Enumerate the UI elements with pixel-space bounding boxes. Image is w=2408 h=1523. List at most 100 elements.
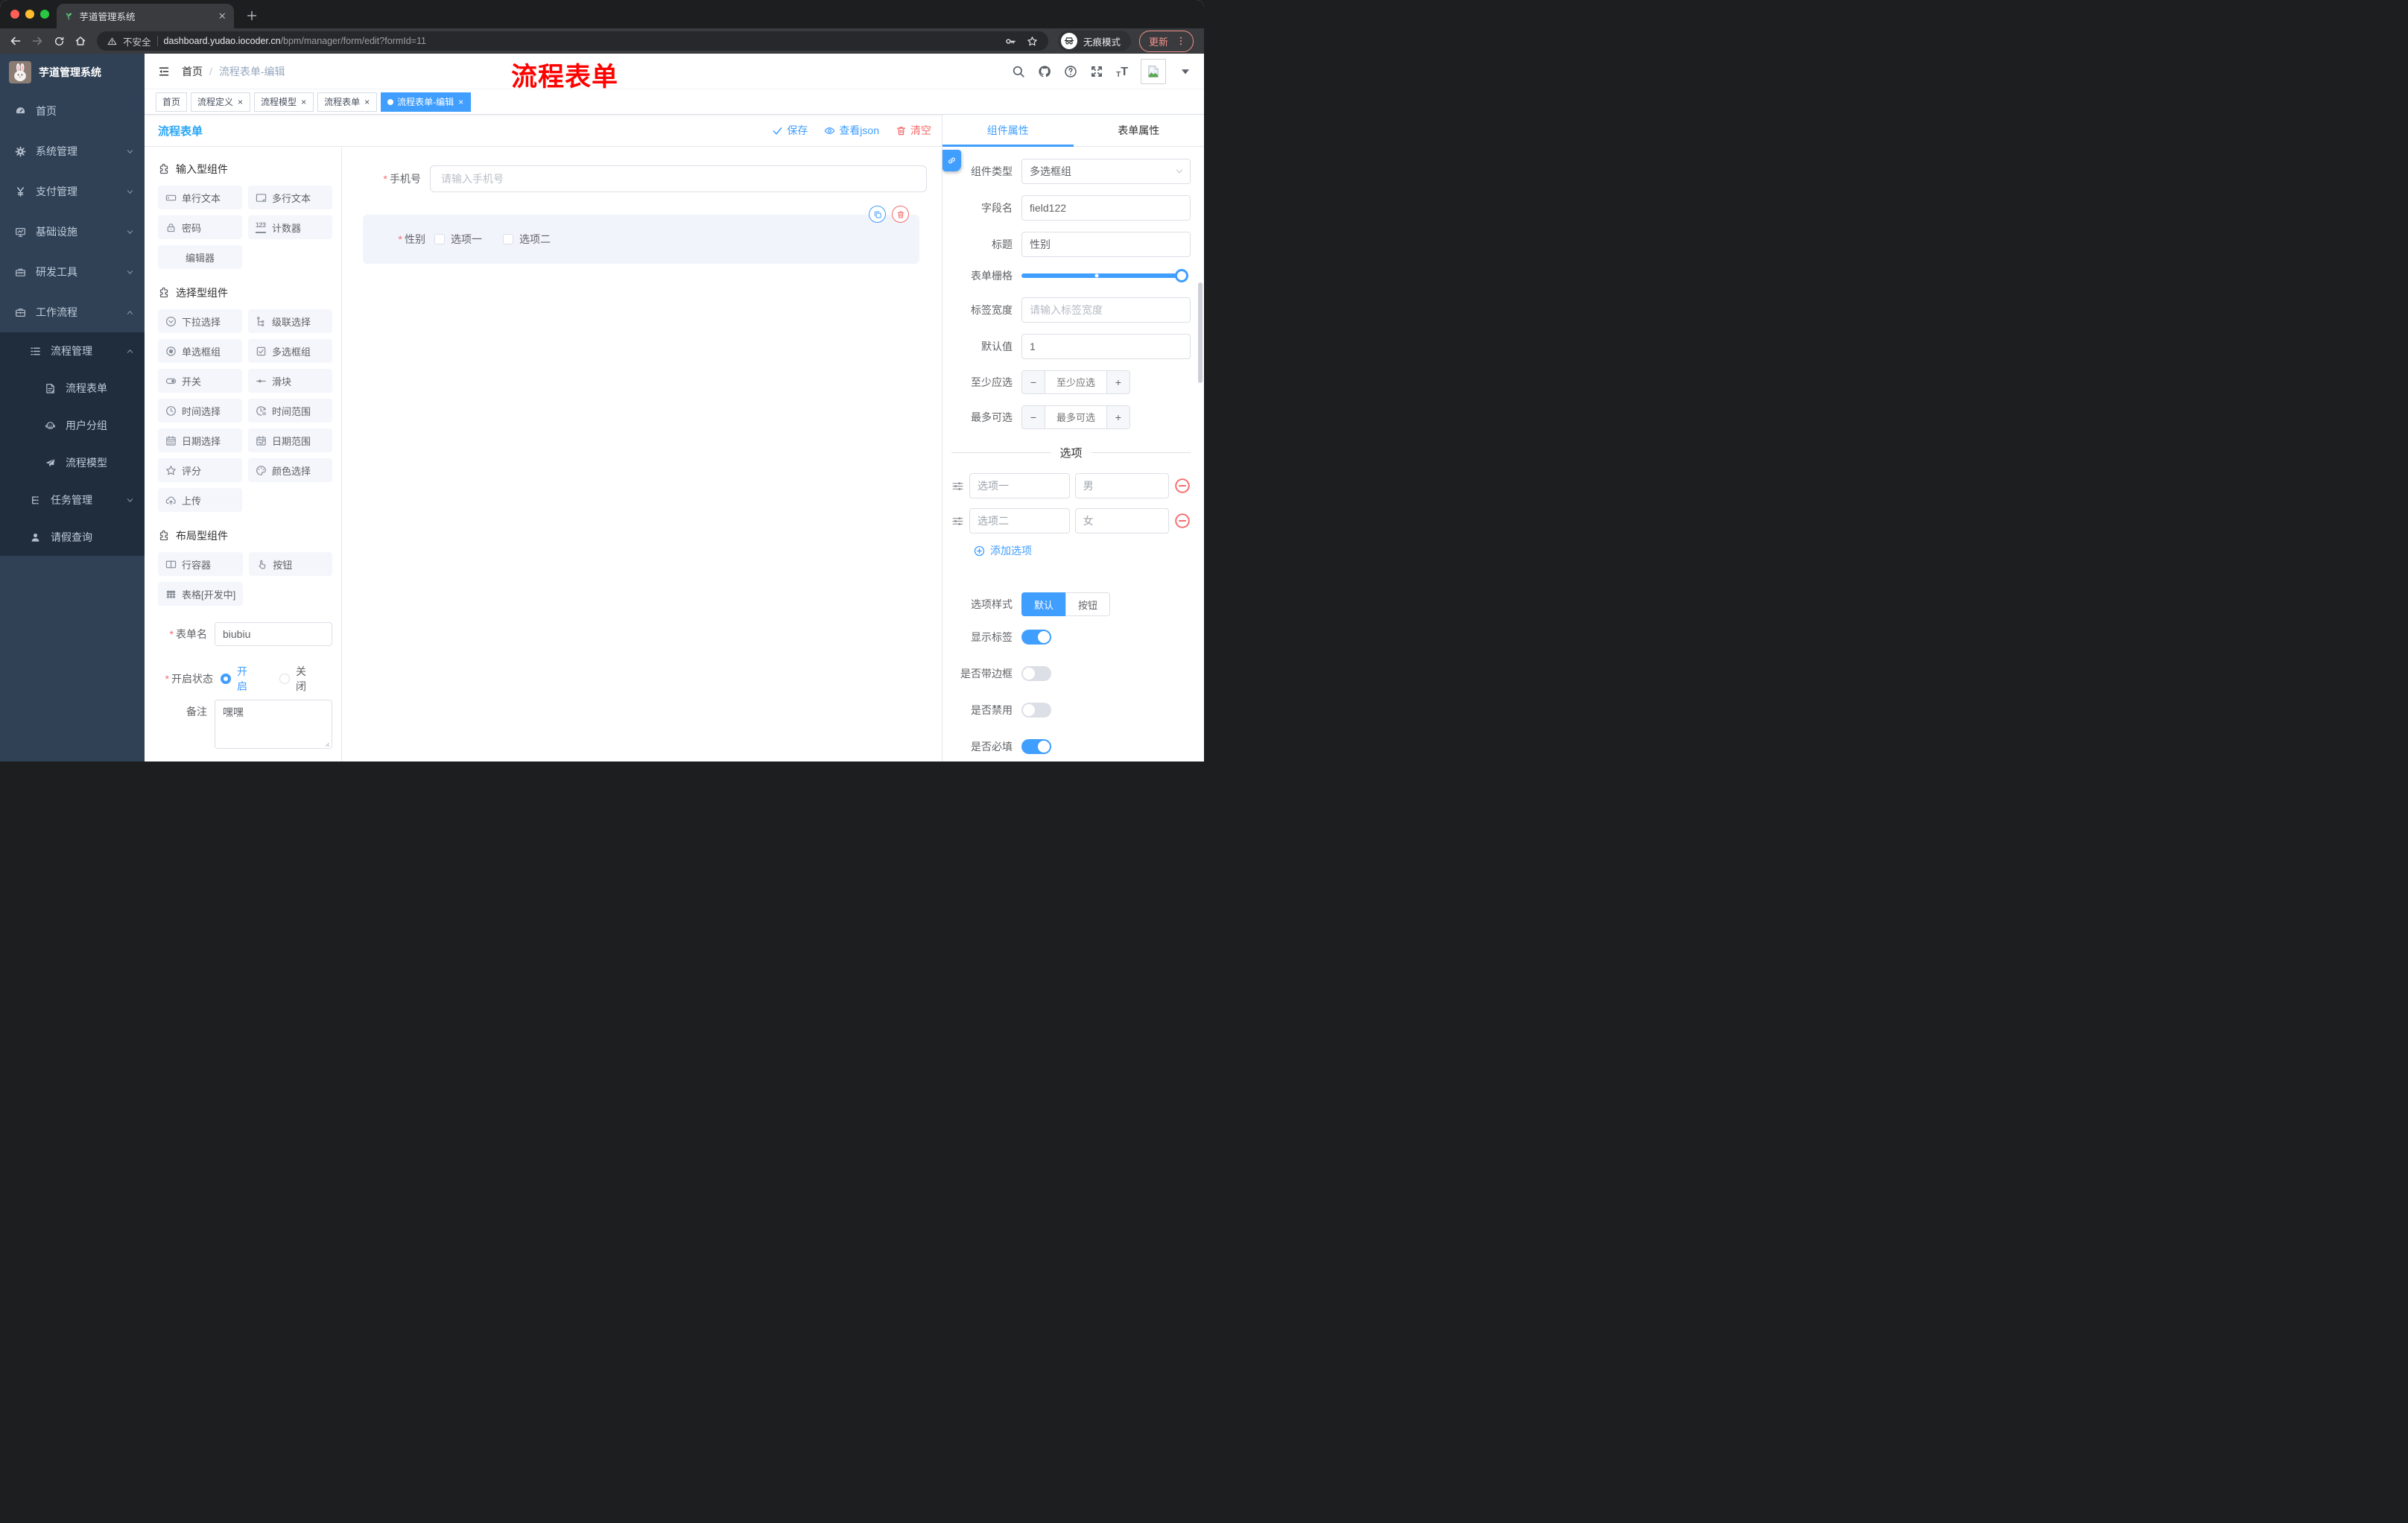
help-icon[interactable] xyxy=(1064,65,1077,78)
component-时间选择[interactable]: 时间选择 xyxy=(158,399,242,422)
component-行容器[interactable]: 行容器 xyxy=(158,552,244,576)
component-按钮[interactable]: 按钮 xyxy=(249,552,332,576)
component-计数器[interactable]: 123 计数器 xyxy=(248,215,332,239)
new-tab-button[interactable] xyxy=(246,10,258,22)
toggle-显示标签[interactable] xyxy=(1021,630,1051,645)
option-value-input[interactable]: 男 xyxy=(1074,473,1169,498)
option-label-input[interactable]: 选项二 xyxy=(969,508,1070,533)
page-tag-流程定义[interactable]: 流程定义 × xyxy=(191,92,251,112)
font-size-icon[interactable]: TT xyxy=(1116,65,1128,78)
page-tag-流程模型[interactable]: 流程模型 × xyxy=(254,92,314,112)
form-grid-slider[interactable] xyxy=(1021,269,1188,282)
search-icon[interactable] xyxy=(1012,65,1025,78)
label-width-input[interactable] xyxy=(1021,297,1191,323)
sidebar-item-支付管理[interactable]: 支付管理 xyxy=(0,171,145,212)
component-单行文本[interactable]: 单行文本 xyxy=(158,186,242,209)
tab-component-props[interactable]: 组件属性 xyxy=(942,115,1074,147)
tab-form-props[interactable]: 表单属性 xyxy=(1074,115,1205,146)
component-日期范围[interactable]: 日期范围 xyxy=(248,428,332,452)
option-label-input[interactable]: 选项一 xyxy=(969,473,1070,498)
window-minimize-button[interactable] xyxy=(25,10,34,19)
stepper-increase-button[interactable]: + xyxy=(1107,406,1129,428)
save-button[interactable]: 保存 xyxy=(772,123,808,138)
sidebar-item-流程管理[interactable]: 流程管理 xyxy=(0,332,145,370)
default-value-input[interactable] xyxy=(1021,334,1191,359)
toggle-是否带边框[interactable] xyxy=(1021,666,1051,681)
sidebar-item-流程表单[interactable]: 流程表单 xyxy=(0,370,145,407)
drag-handle-icon[interactable] xyxy=(951,515,964,528)
tag-close-icon[interactable]: × xyxy=(457,98,464,107)
tag-close-icon[interactable]: × xyxy=(364,98,370,107)
component-时间范围[interactable]: 时间范围 xyxy=(248,399,332,422)
component-上传[interactable]: 上传 xyxy=(158,488,242,512)
field-name-input[interactable] xyxy=(1021,195,1191,221)
option-style-默认[interactable]: 默认 xyxy=(1021,592,1066,616)
component-滑块[interactable]: 滑块 xyxy=(248,369,332,393)
sidebar-item-基础设施[interactable]: 基础设施 xyxy=(0,212,145,252)
window-zoom-button[interactable] xyxy=(40,10,49,19)
status-radio-关闭[interactable] xyxy=(279,674,290,684)
browser-menu-icon[interactable] xyxy=(1176,36,1186,46)
form-name-input[interactable] xyxy=(215,622,332,646)
page-tag-流程表单[interactable]: 流程表单 × xyxy=(317,92,378,112)
sidebar-item-用户分组[interactable]: 用户分组 xyxy=(0,407,145,444)
phone-input[interactable] xyxy=(430,165,927,192)
option-value-input[interactable]: 女 xyxy=(1074,508,1169,533)
component-日期选择[interactable]: 日期选择 xyxy=(158,428,242,452)
stepper-increase-button[interactable]: + xyxy=(1107,371,1129,393)
component-type-select[interactable] xyxy=(1021,159,1191,184)
component-评分[interactable]: 评分 xyxy=(158,458,242,482)
sidebar-item-研发工具[interactable]: 研发工具 xyxy=(0,252,145,292)
sidebar-item-流程模型[interactable]: 流程模型 xyxy=(0,444,145,481)
tag-close-icon[interactable]: × xyxy=(237,98,244,107)
remove-option-button[interactable] xyxy=(1174,478,1191,494)
view-json-button[interactable]: 查看json xyxy=(824,123,879,138)
forward-button[interactable] xyxy=(28,31,47,51)
github-icon[interactable] xyxy=(1038,65,1051,78)
stepper-decrease-button[interactable]: − xyxy=(1022,406,1045,428)
security-label[interactable]: 不安全 xyxy=(123,34,151,48)
component-开关[interactable]: 开关 xyxy=(158,369,242,393)
sidebar-item-任务管理[interactable]: 任务管理 xyxy=(0,481,145,519)
bookmark-star-icon[interactable] xyxy=(1027,36,1038,47)
gender-field-selected[interactable]: * 性别 选项一 选项二 xyxy=(363,206,919,264)
status-radio-开启[interactable] xyxy=(221,674,231,684)
checkbox-box[interactable] xyxy=(503,234,513,244)
tab-close-icon[interactable] xyxy=(218,11,227,21)
home-button[interactable] xyxy=(71,31,90,51)
key-icon[interactable] xyxy=(1005,36,1016,47)
reload-button[interactable] xyxy=(49,31,69,51)
page-tag-首页[interactable]: 首页 xyxy=(156,92,188,112)
address-bar[interactable]: 不安全 dashboard.yudao.iocoder.cn/bpm/manag… xyxy=(97,31,1048,51)
slider-handle[interactable] xyxy=(1175,269,1188,282)
checkbox-box[interactable] xyxy=(434,234,445,244)
clear-button[interactable]: 清空 xyxy=(896,123,931,138)
component-颜色选择[interactable]: 颜色选择 xyxy=(248,458,332,482)
remove-option-button[interactable] xyxy=(1174,513,1191,529)
component-多选框组[interactable]: 多选框组 xyxy=(248,339,332,363)
component-表格[开发中][interactable]: 表格[开发中] xyxy=(158,582,244,606)
delete-component-button[interactable] xyxy=(892,206,909,223)
browser-update-button[interactable]: 更新 xyxy=(1138,30,1194,52)
page-tag-流程表单-编辑[interactable]: 流程表单-编辑 × xyxy=(381,92,472,112)
component-多行文本[interactable]: 多行文本 xyxy=(248,186,332,209)
tag-close-icon[interactable]: × xyxy=(300,98,307,107)
sidebar-item-首页[interactable]: 首页 xyxy=(0,91,145,131)
component-编辑器[interactable]: 编辑器 xyxy=(158,245,242,269)
duplicate-component-button[interactable] xyxy=(869,206,886,223)
sidebar-logo[interactable]: 芋道管理系统 xyxy=(0,54,145,91)
scrollbar-thumb[interactable] xyxy=(1198,282,1203,383)
component-密码[interactable]: 密码 xyxy=(158,215,242,239)
user-avatar[interactable] xyxy=(1141,58,1166,84)
sidebar-item-工作流程[interactable]: 工作流程 xyxy=(0,292,145,332)
add-option-button[interactable]: 添加选项 xyxy=(974,543,1191,558)
min-select-input[interactable] xyxy=(1045,371,1107,393)
browser-tab[interactable]: 芋道管理系统 xyxy=(57,4,234,28)
window-close-button[interactable] xyxy=(10,10,19,19)
option-style-按钮[interactable]: 按钮 xyxy=(1065,592,1111,616)
stepper-decrease-button[interactable]: − xyxy=(1022,371,1045,393)
component-级联选择[interactable]: 级联选择 xyxy=(248,309,332,333)
max-select-input[interactable] xyxy=(1045,406,1107,428)
sidebar-item-系统管理[interactable]: 系统管理 xyxy=(0,131,145,171)
toggle-是否禁用[interactable] xyxy=(1021,703,1051,718)
